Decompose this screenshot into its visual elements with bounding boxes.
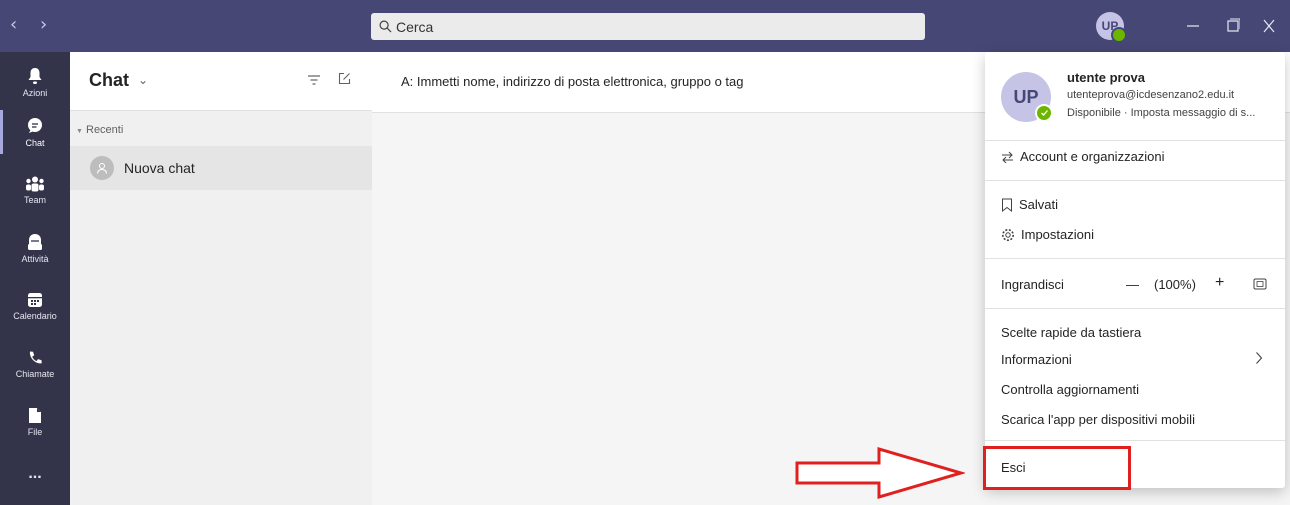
rail-label: Chat [25,137,45,148]
forward-icon[interactable]: › [40,16,47,34]
menu-item-updates[interactable]: Controlla aggiornamenti [1001,382,1139,397]
profile-initials: UP [1013,86,1039,107]
rail-item-azioni[interactable]: Azioni [0,54,70,110]
recent-section-header[interactable]: ▼ Recenti [76,124,123,136]
menu-item-shortcuts[interactable]: Scelte rapide da tastiera [1001,325,1141,340]
to-recipient-input[interactable]: A: Immetti nome, indirizzo di posta elet… [401,74,744,89]
menu-divider [985,308,1285,309]
search-input[interactable]: Cerca [371,13,925,40]
back-icon[interactable]: ‹ [10,16,17,34]
recent-label: Recenti [86,124,124,136]
profile-email: utenteprova@icdesenzano2.edu.it [1067,89,1235,101]
zoom-in-button[interactable]: + [1215,274,1224,292]
menu-item-label: Account e organizzazioni [1020,149,1165,164]
profile-menu: UP utente prova utenteprova@icdesenzano2… [985,52,1285,488]
rail-item-team[interactable]: Team [0,162,70,218]
more-icon: ... [28,465,42,482]
profile-avatar: UP [1001,72,1053,122]
switch-icon [1002,151,1013,163]
menu-divider [985,440,1285,441]
zoom-label: Ingrandisci [1001,277,1064,292]
profile-status[interactable]: Disponibile · Imposta messaggio di s... [1067,107,1255,119]
chat-list-header: Chat ⌄ [70,52,372,111]
menu-item-about[interactable]: Informazioni [1001,352,1072,367]
gear-icon [1002,228,1014,241]
rail-label: Azioni [22,87,48,98]
chat-title: Chat [89,70,129,90]
menu-divider [985,180,1285,181]
rail-more-button[interactable]: ... [0,446,70,502]
menu-item-saved[interactable]: Salvati [1001,197,1058,212]
rail-item-chat[interactable]: Chat [0,104,70,160]
rail-label: Attività [21,253,49,264]
rail-label: File [27,427,43,437]
menu-divider [985,258,1285,259]
chat-list-item[interactable]: Nuova chat [70,146,372,190]
menu-item-mobile[interactable]: Scarica l'app per dispositivi mobili [1001,412,1195,427]
person-icon [90,156,114,180]
menu-item-label: Impostazioni [1021,227,1094,242]
rail-item-file[interactable]: File [0,394,70,450]
status-available-icon [1035,104,1053,122]
menu-item-label: Salvati [1019,197,1059,212]
filter-icon[interactable] [308,75,320,85]
close-icon[interactable] [1262,14,1276,38]
chevron-down-icon[interactable]: ⌄ [138,73,148,87]
rail-label: Calendario [13,310,57,321]
chat-list-panel: Chat ⌄ ▼ Recenti Nuova chat [70,52,372,505]
menu-item-account[interactable]: Account e organizzazioni [1001,149,1165,164]
assignments-icon [28,233,42,250]
search-icon [379,20,392,33]
bookmark-icon [1002,198,1012,212]
calendar-icon [28,292,42,307]
menu-divider [985,140,1285,141]
bell-icon [28,67,42,84]
maximize-icon[interactable] [1226,14,1240,38]
rail-item-chiamate[interactable]: Chiamate [0,336,70,392]
rail-label: Chiamate [15,368,55,379]
team-icon [26,176,44,191]
rail-label: Team [23,194,46,205]
user-avatar-button[interactable]: UP [1096,12,1127,43]
chevron-right-icon [1256,352,1263,364]
search-placeholder: Cerca [396,18,434,35]
title-bar: ‹ › Cerca UP [0,0,1290,52]
profile-name: utente prova [1067,70,1146,85]
caret-down-icon: ▼ [76,128,83,135]
status-available-icon [1111,27,1127,43]
menu-item-settings[interactable]: Impostazioni [1001,227,1094,242]
zoom-value: (100%) [1154,277,1196,292]
annotation-arrow [795,446,965,500]
zoom-out-button[interactable]: — [1126,277,1139,292]
chat-item-label: Nuova chat [124,160,195,176]
phone-icon [29,351,42,363]
rail-item-attivita[interactable]: Attività [0,220,70,276]
annotation-highlight-box [983,446,1131,490]
fullscreen-icon[interactable] [1253,278,1267,290]
file-icon [29,408,41,423]
minimize-icon[interactable] [1186,14,1200,38]
rail-item-calendario[interactable]: Calendario [0,278,70,334]
app-rail: Azioni Chat Team Attività Calendario Chi… [0,52,70,505]
chat-icon [28,117,42,133]
new-chat-icon[interactable] [338,72,351,85]
